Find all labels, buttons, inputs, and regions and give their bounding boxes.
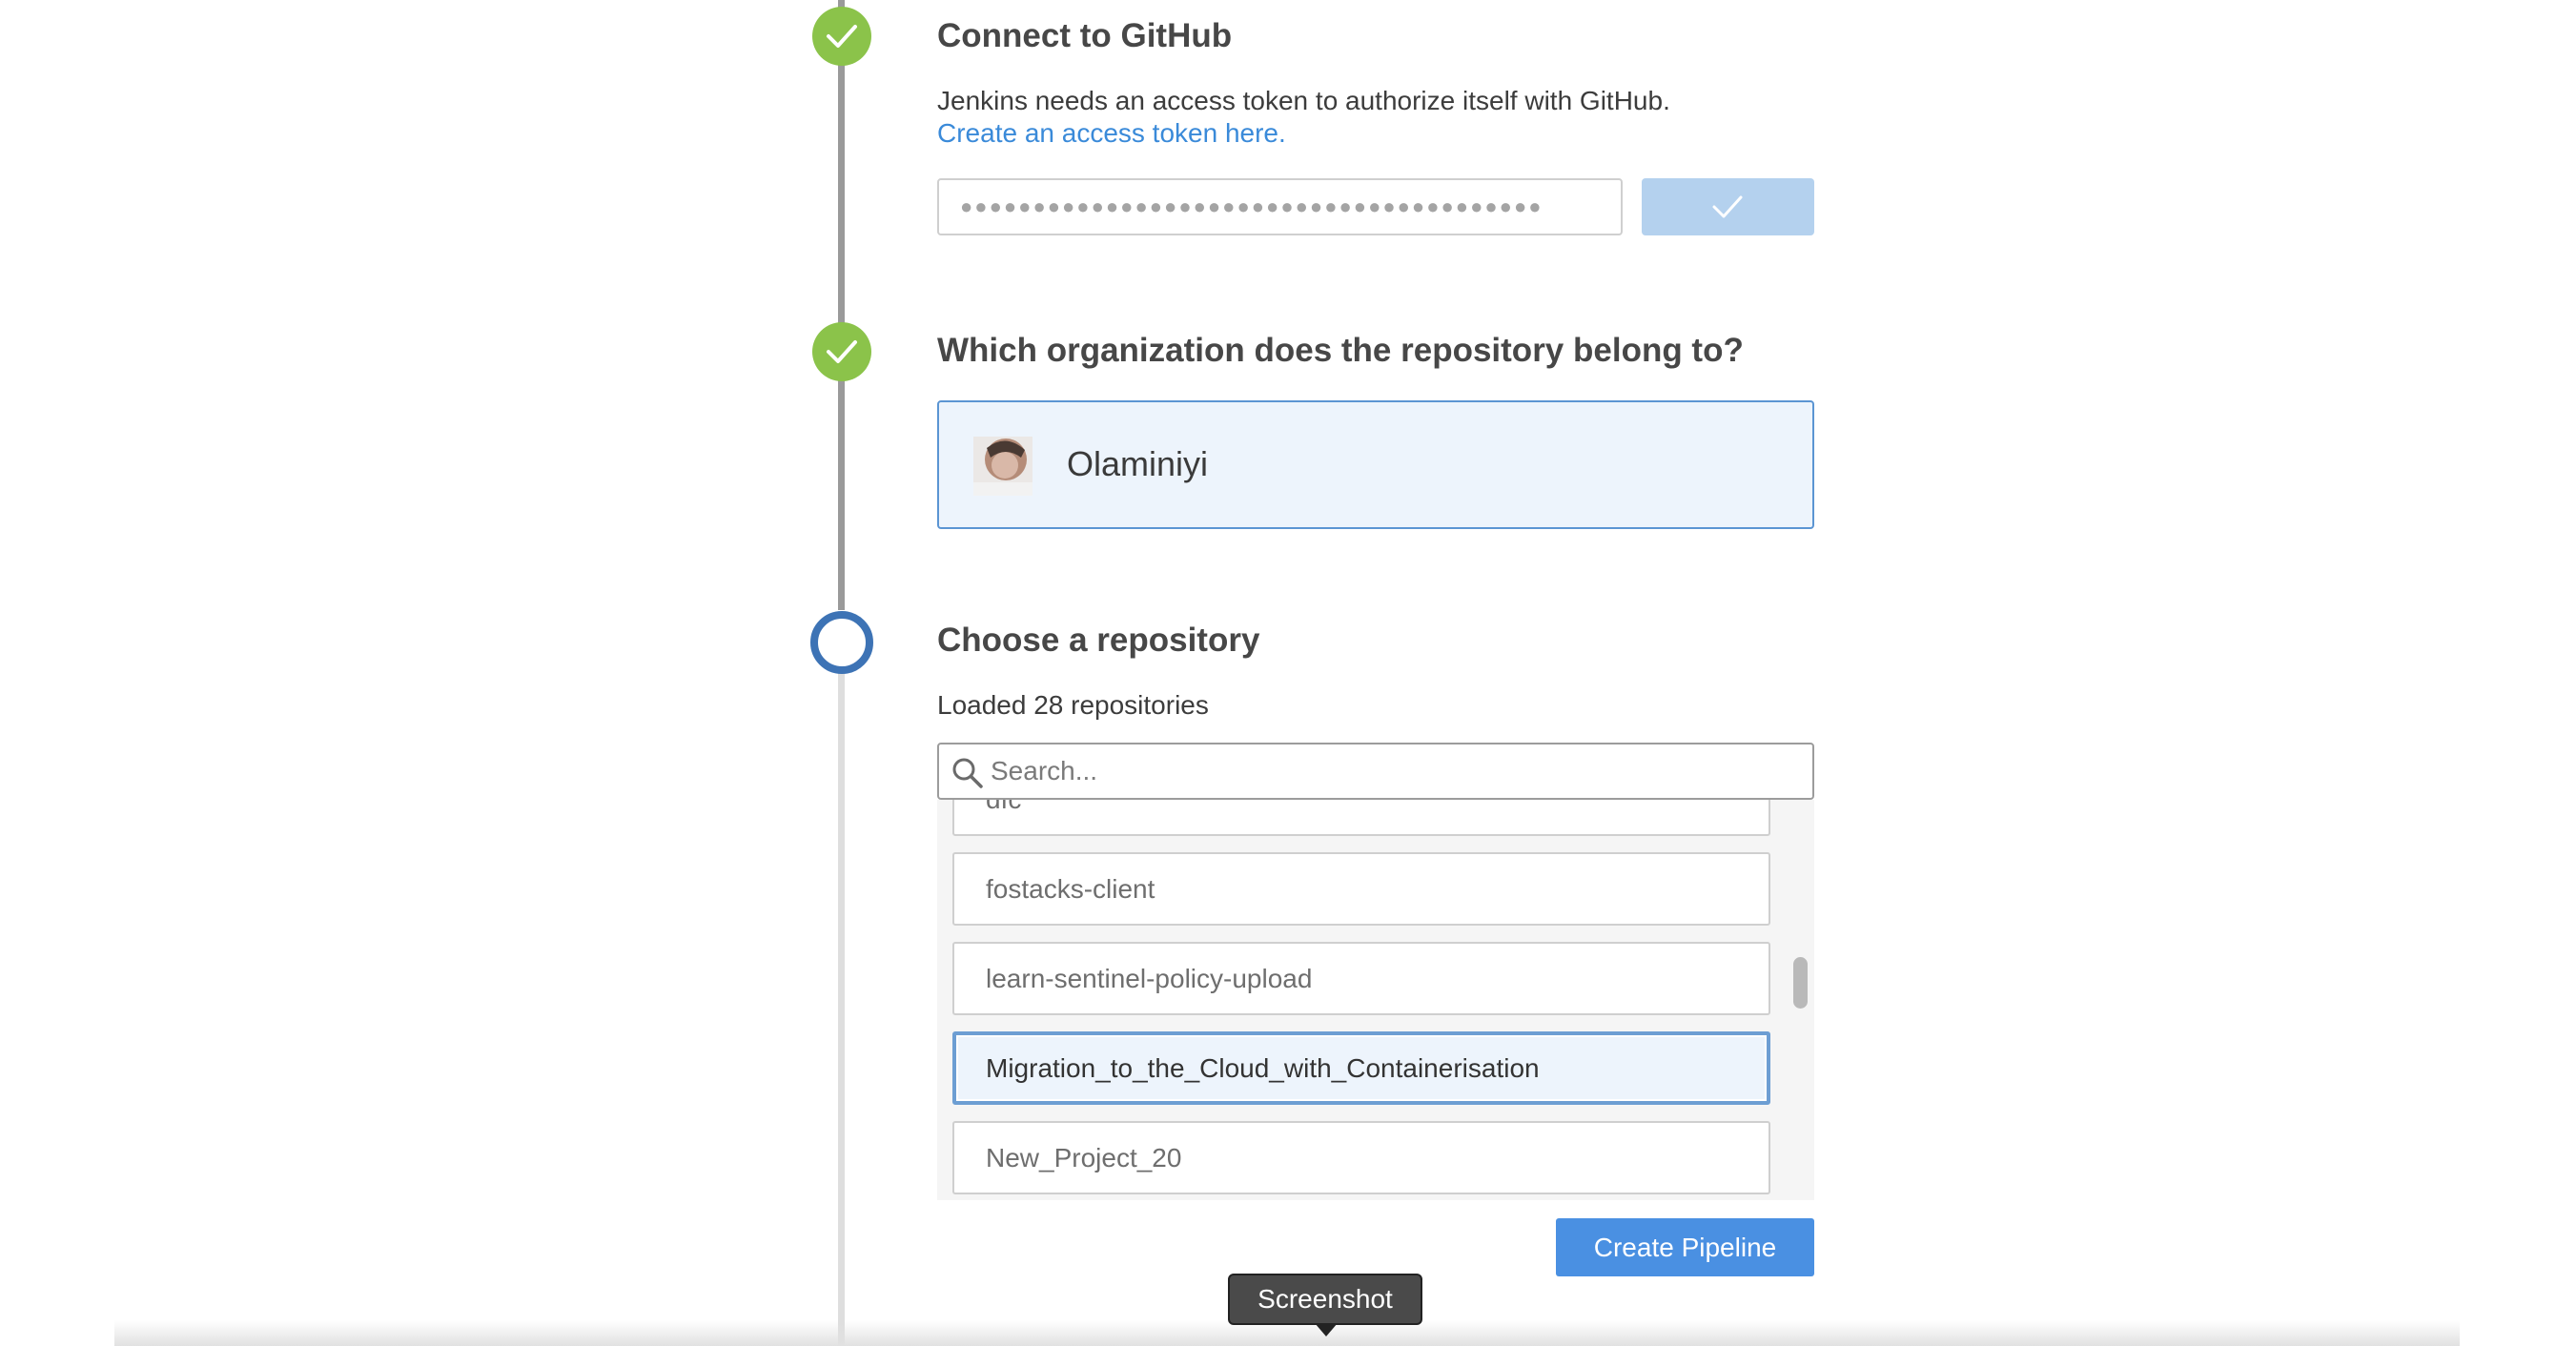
timeline-line-complete <box>838 0 845 610</box>
repository-item[interactable]: New_Project_20 <box>952 1121 1770 1194</box>
connect-description: Jenkins needs an access token to authori… <box>937 86 1670 115</box>
token-submit-button[interactable] <box>1642 178 1814 235</box>
repository-item-selected[interactable]: Migration_to_the_Cloud_with_Containerisa… <box>952 1031 1770 1105</box>
repositories-loaded-count: Loaded 28 repositories <box>937 690 1209 720</box>
check-icon <box>1712 195 1743 218</box>
search-input[interactable] <box>991 744 1801 798</box>
check-icon <box>827 340 857 363</box>
check-icon <box>827 25 857 48</box>
repository-search[interactable] <box>937 743 1814 800</box>
step-complete-indicator <box>812 322 871 381</box>
organization-name: Olaminiyi <box>1067 444 1209 483</box>
repository-list-scrollbar[interactable] <box>1793 957 1808 1009</box>
tooltip-arrow <box>1315 1323 1338 1336</box>
create-pipeline-button[interactable]: Create Pipeline <box>1556 1218 1814 1276</box>
timeline-line-pending <box>838 667 845 1346</box>
step-title-connect: Connect to GitHub <box>937 17 1233 54</box>
step-title-repository: Choose a repository <box>937 622 1260 659</box>
repository-item[interactable]: fostacks-client <box>952 852 1770 926</box>
repository-list[interactable]: dfc fostacks-client learn-sentinel-polic… <box>937 800 1814 1200</box>
organization-option-selected[interactable]: Olaminiyi <box>937 400 1814 529</box>
create-pipeline-page: Connect to GitHub Jenkins needs an acces… <box>0 0 2576 1346</box>
step-complete-indicator <box>812 7 871 66</box>
step-current-indicator <box>810 611 873 674</box>
avatar <box>973 437 1032 496</box>
create-token-link[interactable]: Create an access token here. <box>937 118 1286 149</box>
search-icon <box>952 758 983 788</box>
screenshot-tooltip: Screenshot <box>1228 1274 1422 1325</box>
repository-item[interactable]: dfc <box>952 800 1770 836</box>
step-title-organization: Which organization does the repository b… <box>937 332 1744 369</box>
access-token-input[interactable]: ●●●●●●●●●●●●●●●●●●●●●●●●●●●●●●●●●●●●●●●● <box>937 178 1623 235</box>
repository-item[interactable]: learn-sentinel-policy-upload <box>952 942 1770 1015</box>
